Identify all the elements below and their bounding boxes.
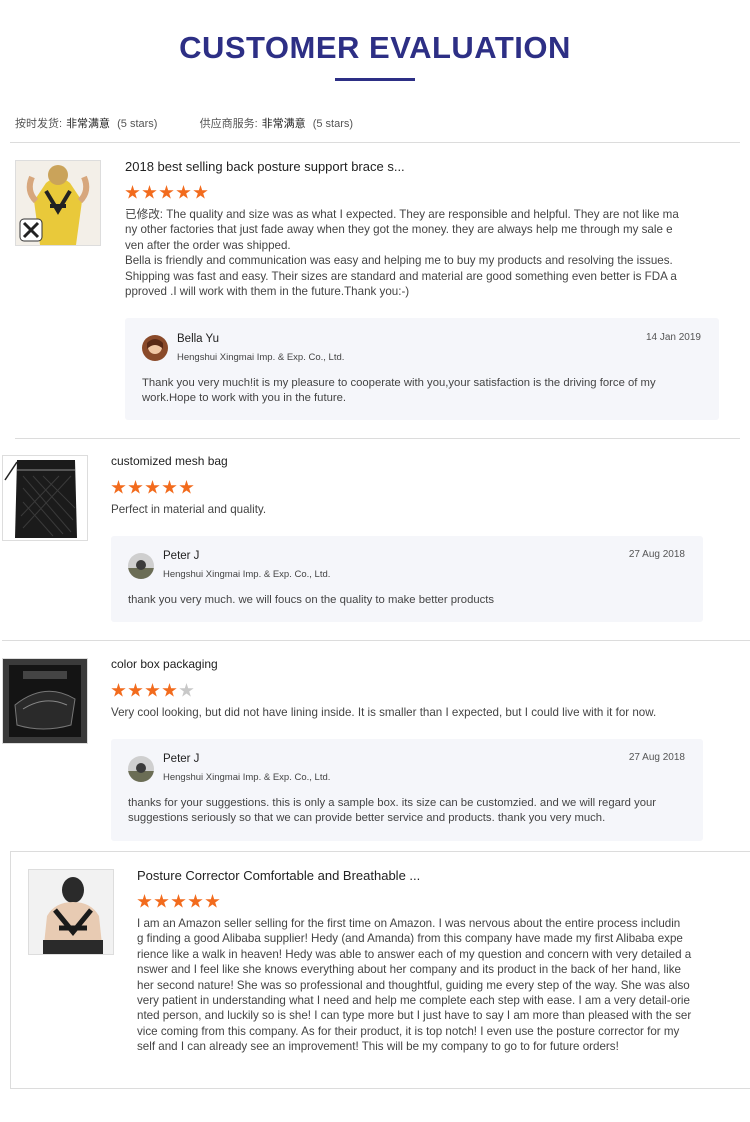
star-filled-icon xyxy=(188,894,203,908)
delivery-label: 按时发货: xyxy=(15,118,63,130)
page-title: CUSTOMER EVALUATION xyxy=(179,30,571,65)
review-text-line: nswer and I feel like she knows everythi… xyxy=(137,963,681,977)
service-label: 供应商服务: xyxy=(199,118,258,130)
review-text-line: g finding a good Alibaba supplier! Hedy … xyxy=(137,932,683,946)
review-text-line: her second nature! She was so profession… xyxy=(137,978,690,992)
reply-text: Thank you very much!it is my pleasure to… xyxy=(142,376,707,407)
star-filled-icon xyxy=(179,480,194,494)
reply-text-line: work.Hope to work with you in the future… xyxy=(142,392,347,405)
star-filled-icon xyxy=(162,683,177,697)
supplier-reply: Peter J Hengshui Xingmai Imp. & Exp. Co.… xyxy=(111,536,703,622)
replier-name: Bella Yu xyxy=(177,333,219,345)
review-text: 已修改: The quality and size was as what I … xyxy=(125,207,695,299)
review-text-line: ny other factories that just fade away w… xyxy=(125,223,673,237)
avatar xyxy=(142,335,168,361)
review-text: Very cool looking, but did not have lini… xyxy=(111,705,731,720)
star-filled-icon xyxy=(154,894,169,908)
star-filled-icon xyxy=(145,683,160,697)
divider xyxy=(10,1088,750,1089)
replier-company: Hengshui Xingmai Imp. & Exp. Co., Ltd. xyxy=(163,772,331,783)
replier-company: Hengshui Xingmai Imp. & Exp. Co., Ltd. xyxy=(177,352,345,363)
delivery-value: 非常满意 xyxy=(66,118,111,130)
review-stars xyxy=(111,480,194,495)
star-filled-icon xyxy=(128,683,143,697)
replier-company: Hengshui Xingmai Imp. & Exp. Co., Ltd. xyxy=(163,569,331,580)
mesh-bag-image xyxy=(3,456,87,540)
star-filled-icon xyxy=(137,894,152,908)
posture-corrector-image xyxy=(29,870,113,954)
divider xyxy=(10,851,11,1088)
reply-date: 14 Jan 2019 xyxy=(645,332,701,343)
review-product-title[interactable]: color box packaging xyxy=(111,657,218,671)
divider xyxy=(2,640,750,641)
color-box-image xyxy=(3,659,87,743)
star-filled-icon xyxy=(111,480,126,494)
review-product-title[interactable]: Posture Corrector Comfortable and Breath… xyxy=(137,868,420,883)
review-text-line: Shipping was fast and easy. Their sizes … xyxy=(125,269,677,283)
reply-date: 27 Aug 2018 xyxy=(628,752,685,763)
delivery-stars: (5 stars) xyxy=(117,118,158,130)
supplier-reply: Bella Yu Hengshui Xingmai Imp. & Exp. Co… xyxy=(125,318,719,420)
star-filled-icon xyxy=(159,185,174,199)
star-filled-icon xyxy=(162,480,177,494)
review-stars xyxy=(125,185,208,200)
review-text-line: vice coming from this company. As for th… xyxy=(137,1024,680,1038)
divider xyxy=(10,851,750,852)
review-text: I am an Amazon seller selling for the fi… xyxy=(137,916,707,1055)
product-thumbnail[interactable] xyxy=(2,658,88,744)
reply-text-line: suggestions seriously so that we can pro… xyxy=(128,812,606,825)
reply-text: thank you very much. we will foucs on th… xyxy=(128,593,693,608)
posture-brace-image xyxy=(16,161,100,245)
review-text-line: rience like a walk in heaven! Hedy was a… xyxy=(137,947,692,961)
star-filled-icon xyxy=(176,185,191,199)
service-value: 非常满意 xyxy=(261,118,306,130)
review-text-line: very patient in understanding what I nee… xyxy=(137,994,690,1008)
star-filled-icon xyxy=(205,894,220,908)
title-underline xyxy=(335,78,415,81)
review-text-line: Perfect in material and quality. xyxy=(111,503,267,516)
star-filled-icon xyxy=(193,185,208,199)
avatar xyxy=(128,553,154,579)
replier-name: Peter J xyxy=(163,550,200,562)
review-text-line: Bella is friendly and communication was … xyxy=(125,254,673,268)
divider xyxy=(10,142,740,143)
product-thumbnail[interactable] xyxy=(28,869,114,955)
supplier-ratings: 按时发货: 非常满意 (5 stars) 供应商服务: 非常满意 (5 stars) xyxy=(15,115,357,131)
star-filled-icon xyxy=(125,185,140,199)
review-text-line: self and I can already see an improvemen… xyxy=(137,1040,619,1054)
review-product-title[interactable]: 2018 best selling back posture support b… xyxy=(125,159,405,174)
review-text-line: 已修改: The quality and size was as what I … xyxy=(125,208,679,221)
star-filled-icon xyxy=(128,480,143,494)
star-filled-icon xyxy=(142,185,157,199)
service-stars: (5 stars) xyxy=(312,118,354,130)
review-text: Perfect in material and quality. xyxy=(111,502,711,517)
review-text-line: ven after the order was shipped. xyxy=(125,238,291,252)
reply-text: thanks for your suggestions. this is onl… xyxy=(128,796,693,827)
review-product-title[interactable]: customized mesh bag xyxy=(111,454,228,468)
star-filled-icon xyxy=(111,683,126,697)
star-filled-icon xyxy=(145,480,160,494)
replier-name: Peter J xyxy=(163,753,200,765)
divider xyxy=(15,438,740,439)
review-text-line: pproved .I will work with them in the fu… xyxy=(125,285,410,299)
review-text-line: nted person, and luckily so is she! I ca… xyxy=(137,1009,692,1023)
reply-text-line: Thank you very much!it is my pleasure to… xyxy=(142,377,656,389)
product-thumbnail[interactable] xyxy=(2,455,88,541)
avatar xyxy=(128,756,154,782)
review-text-line: I am an Amazon seller selling for the fi… xyxy=(137,917,681,930)
product-thumbnail[interactable] xyxy=(15,160,101,246)
review-stars xyxy=(111,683,194,698)
review-text-line: Very cool looking, but did not have lini… xyxy=(111,706,657,719)
star-empty-icon xyxy=(179,683,194,697)
reply-date: 27 Aug 2018 xyxy=(628,549,685,560)
star-filled-icon xyxy=(171,894,186,908)
supplier-reply: Peter J Hengshui Xingmai Imp. & Exp. Co.… xyxy=(111,739,703,841)
reply-text-line: thank you very much. we will foucs on th… xyxy=(128,594,495,606)
review-stars xyxy=(137,894,220,909)
reply-text-line: thanks for your suggestions. this is onl… xyxy=(128,797,657,809)
